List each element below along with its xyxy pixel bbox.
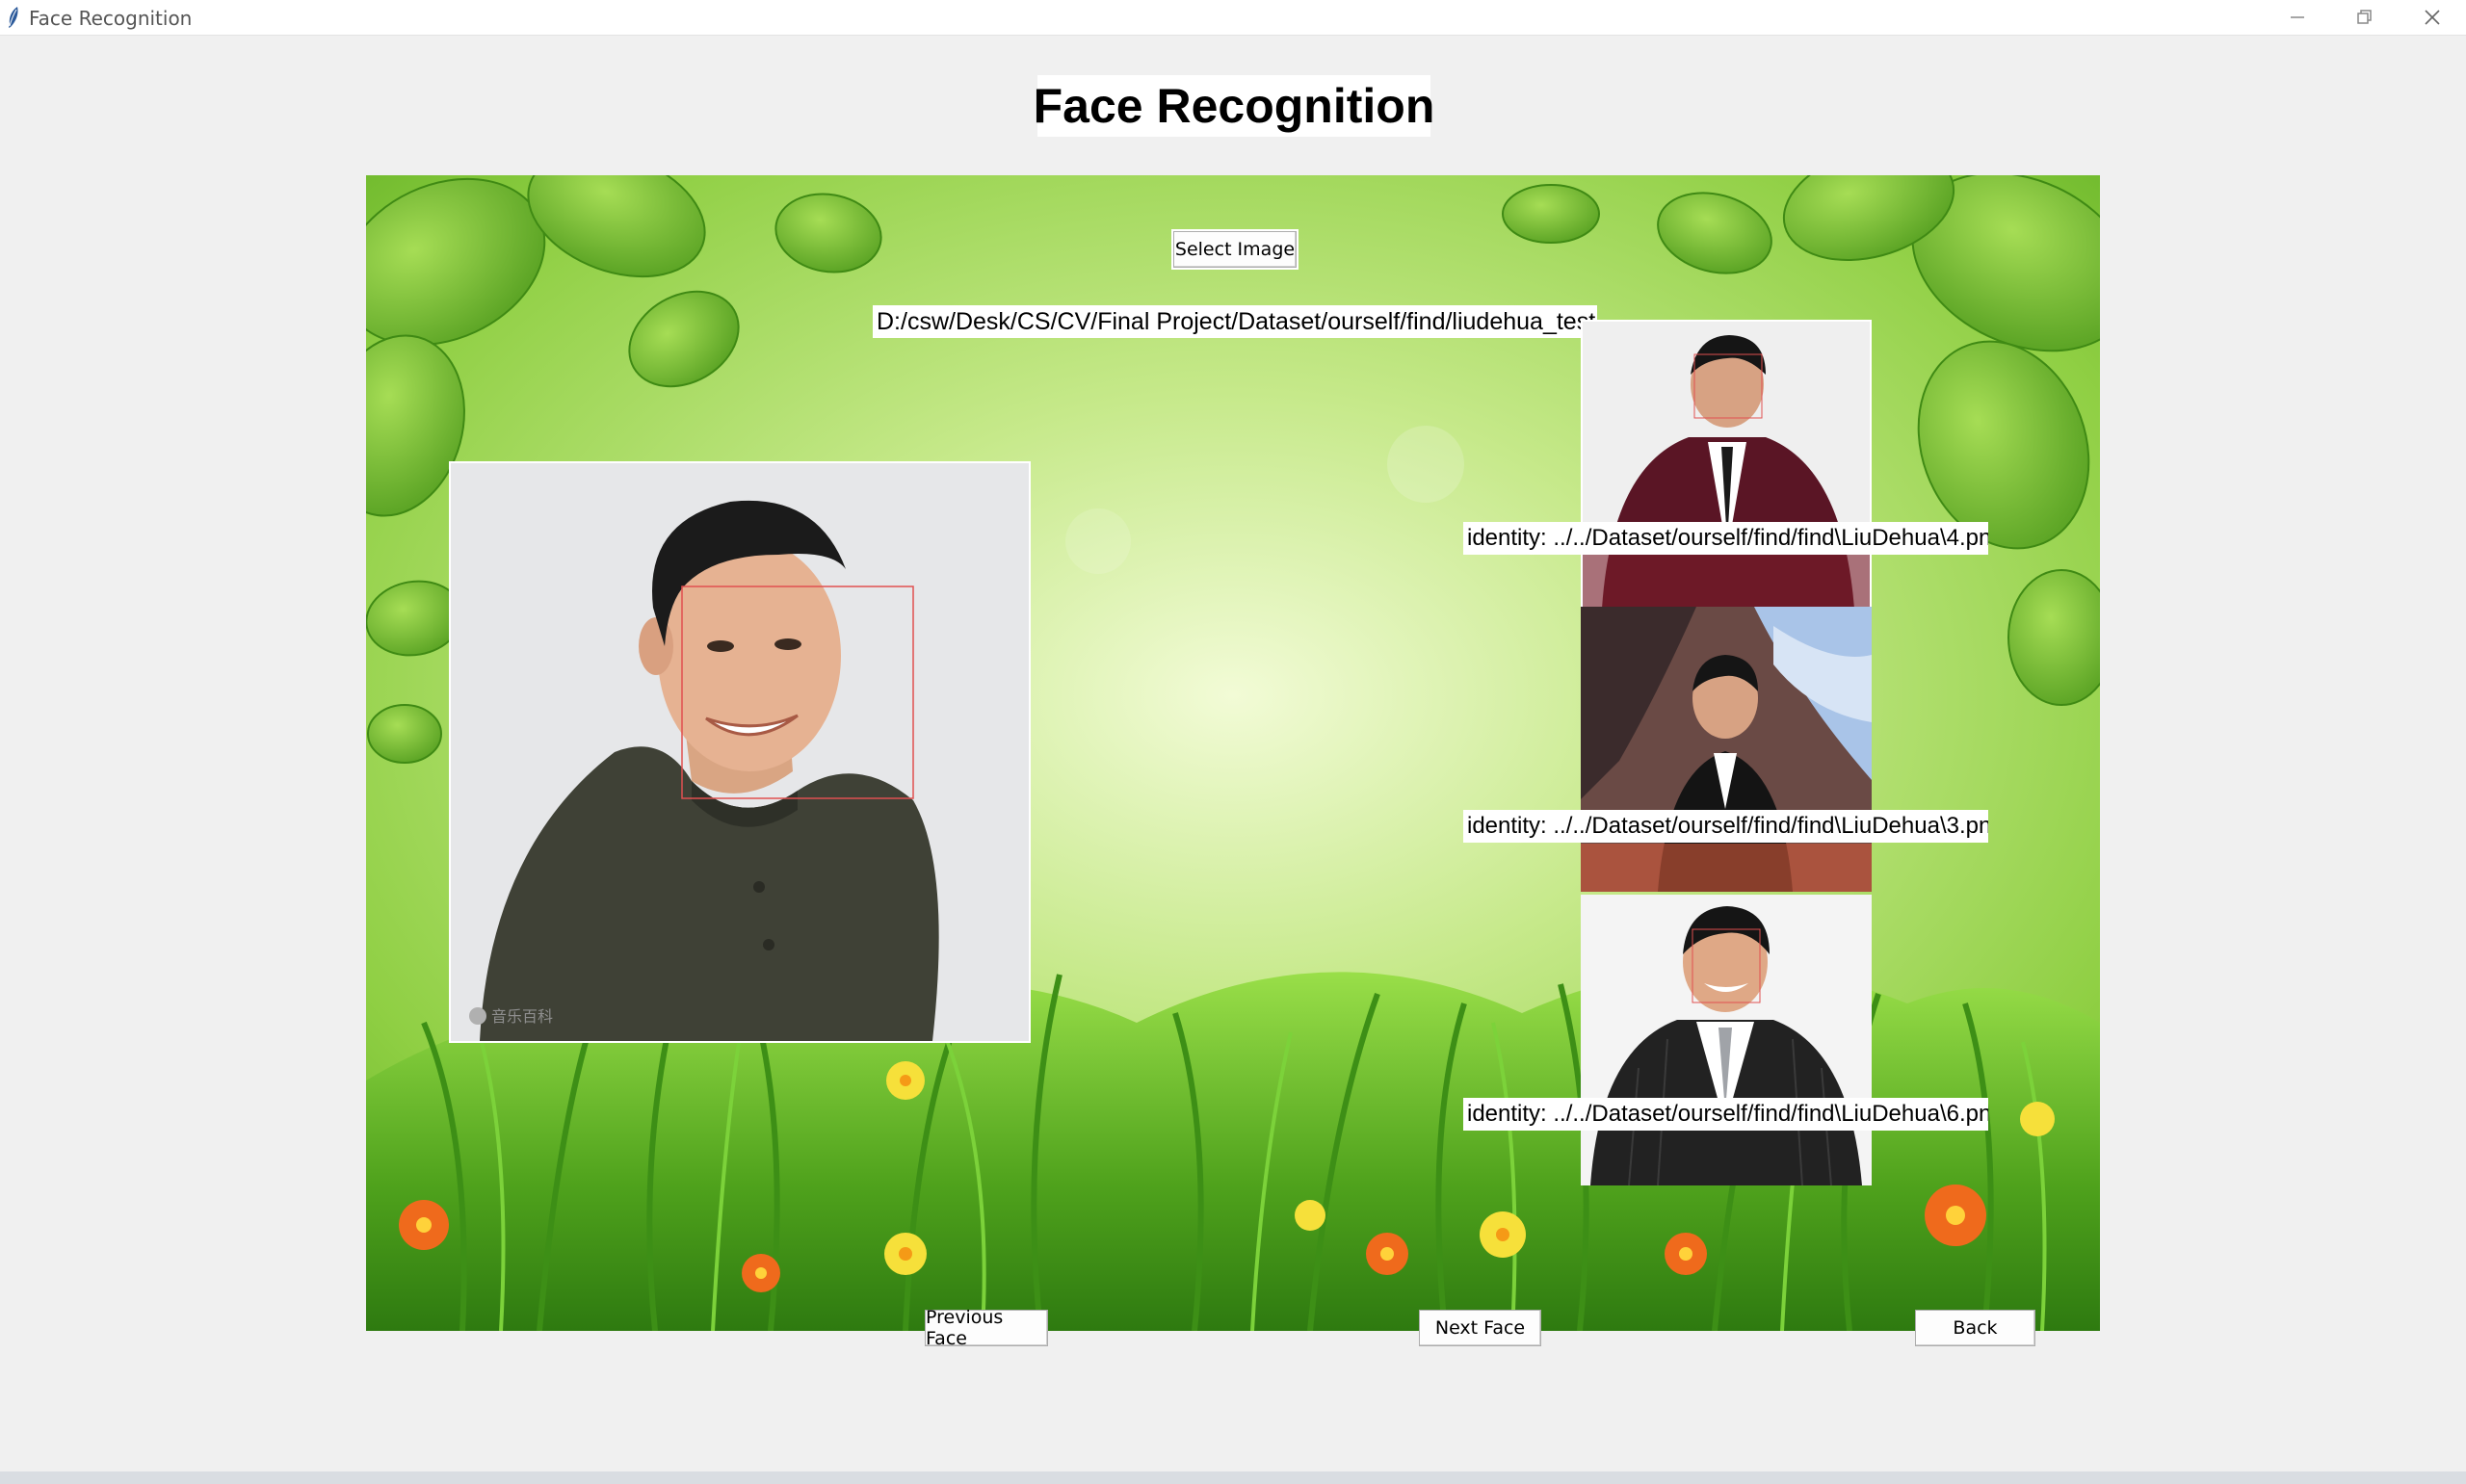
feather-icon xyxy=(9,7,18,28)
watermark-text: 音乐百科 xyxy=(491,1007,553,1026)
match-image-2 xyxy=(1581,607,1872,892)
match-portrait-3 xyxy=(1581,895,1872,1185)
identity-label-3: identity: ../../Dataset/ourself/find/fin… xyxy=(1463,1098,1988,1131)
restore-icon xyxy=(2357,10,2372,24)
match-portrait-2 xyxy=(1581,607,1872,892)
match-image-1 xyxy=(1581,320,1872,607)
previous-face-button[interactable]: Previous Face xyxy=(925,1307,1048,1349)
restore-button[interactable] xyxy=(2331,0,2399,35)
portrait-illustration: 音乐百科 xyxy=(451,463,1029,1041)
background-scene: Select Image D:/csw/Desk/CS/CV/Final Pro… xyxy=(366,175,2100,1331)
page-title: Face Recognition xyxy=(1034,75,1434,137)
minimize-icon xyxy=(2291,16,2304,18)
title-bar: Face Recognition xyxy=(0,0,2466,36)
match-image-3 xyxy=(1581,895,1872,1185)
image-path-label: D:/csw/Desk/CS/CV/Final Project/Dataset/… xyxy=(873,305,1597,338)
query-face-image: 音乐百科 xyxy=(449,461,1031,1043)
identity-label-1: identity: ../../Dataset/ourself/find/fin… xyxy=(1463,522,1988,555)
identity-label-2: identity: ../../Dataset/ourself/find/fin… xyxy=(1463,810,1988,843)
back-button[interactable]: Back xyxy=(1915,1310,2035,1346)
select-image-button[interactable]: Select Image xyxy=(1171,229,1299,270)
window-title: Face Recognition xyxy=(29,7,193,30)
taskbar-strip xyxy=(0,1471,2466,1484)
match-portrait-1 xyxy=(1583,322,1870,607)
close-icon xyxy=(2425,10,2440,25)
next-face-button[interactable]: Next Face xyxy=(1419,1310,1541,1346)
minimize-button[interactable] xyxy=(2264,0,2331,35)
close-button[interactable] xyxy=(2399,0,2466,35)
